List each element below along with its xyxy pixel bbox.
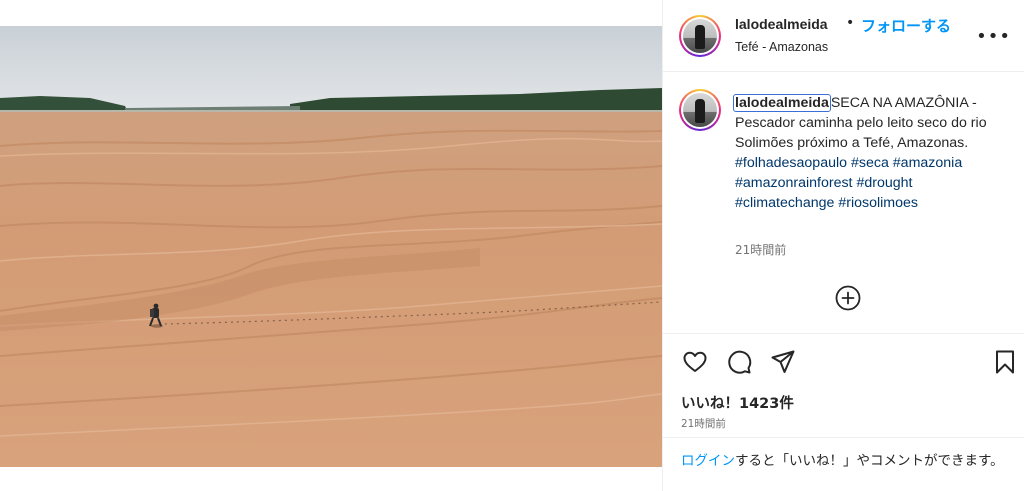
- share-icon[interactable]: [769, 348, 797, 376]
- comment-icon[interactable]: [725, 348, 753, 376]
- hashtag[interactable]: #drought: [856, 175, 912, 191]
- heart-icon[interactable]: [681, 348, 709, 376]
- post-username[interactable]: lalodealmeida: [735, 16, 828, 32]
- hashtag[interactable]: #climatechange: [735, 195, 834, 211]
- post-side-panel: lalodealmeida • フォローする Tefé - Amazonas •…: [662, 0, 1024, 491]
- separator-dot: •: [846, 15, 855, 31]
- caption-avatar[interactable]: [679, 89, 721, 131]
- hashtag[interactable]: #riosolimoes: [838, 195, 918, 211]
- caption-area: lalodealmeida SECA NA AMAZÔNIA - Pescador…: [663, 73, 1024, 333]
- post-photo[interactable]: [0, 26, 662, 467]
- hashtag[interactable]: #amazonrainforest: [735, 175, 853, 191]
- login-prompt-text: すると「いいね！」やコメントができます。: [735, 453, 1004, 469]
- post-location[interactable]: Tefé - Amazonas: [735, 40, 828, 54]
- caption-text: lalodealmeida SECA NA AMAZÔNIA - Pescador…: [733, 93, 1010, 213]
- bookmark-icon[interactable]: [991, 348, 1019, 376]
- post-photo-panel: [0, 0, 662, 491]
- post-header: lalodealmeida • フォローする Tefé - Amazonas •…: [663, 0, 1024, 72]
- avatar[interactable]: [679, 15, 721, 57]
- caption-username[interactable]: lalodealmeida: [733, 94, 831, 112]
- hashtag[interactable]: #seca: [851, 155, 889, 171]
- hashtag[interactable]: #folhadesaopaulo: [735, 155, 847, 171]
- caption-timestamp: 21時間前: [735, 243, 787, 257]
- post-actions: いいね！1423件 21時間前 ログインすると「いいね！」やコメントができます。: [663, 333, 1024, 491]
- login-prompt: ログインすると「いいね！」やコメントができます。: [663, 437, 1024, 491]
- post-timestamp: 21時間前: [681, 418, 726, 430]
- more-icon[interactable]: •••: [976, 26, 1011, 47]
- likes-count[interactable]: いいね！1423件: [681, 392, 794, 413]
- login-link[interactable]: ログイン: [681, 453, 735, 469]
- follow-button[interactable]: フォローする: [861, 15, 951, 36]
- add-comment-icon[interactable]: [835, 285, 861, 311]
- hashtag[interactable]: #amazonia: [893, 155, 962, 171]
- riverbed-photo: [0, 26, 662, 467]
